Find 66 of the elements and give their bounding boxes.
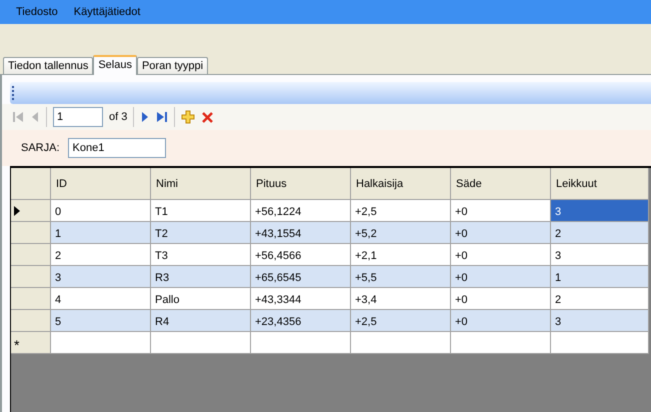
menu-item[interactable]: Tiedosto — [8, 4, 66, 20]
menu-item[interactable]: Käyttäjätiedot — [66, 4, 148, 20]
table-cell[interactable]: 3 — [551, 310, 649, 332]
table-cell[interactable]: 4 — [51, 288, 151, 310]
current-row-icon — [14, 206, 20, 216]
table-cell[interactable] — [451, 332, 551, 354]
column-header[interactable]: Nimi — [151, 168, 251, 200]
last-icon[interactable] — [156, 111, 168, 123]
column-header[interactable]: ID — [51, 168, 151, 200]
table-cell[interactable]: +2,5 — [351, 200, 451, 222]
tab[interactable]: Tiedon tallennus — [3, 57, 94, 74]
table-cell[interactable]: +5,5 — [351, 266, 451, 288]
table-cell[interactable] — [151, 332, 251, 354]
table-cell[interactable]: +23,4356 — [251, 310, 351, 332]
table-cell[interactable]: +0 — [451, 288, 551, 310]
new-row-marker: * — [14, 337, 20, 353]
table-cell[interactable]: 0 — [51, 200, 151, 222]
add-icon[interactable] — [181, 110, 196, 124]
table-cell[interactable]: Pallo — [151, 288, 251, 310]
table-cell[interactable]: +0 — [451, 244, 551, 266]
table-cell[interactable]: +43,3344 — [251, 288, 351, 310]
page-count: of 3 — [109, 110, 128, 125]
table-cell[interactable]: 1 — [551, 266, 649, 288]
grip-icon[interactable] — [12, 86, 15, 100]
table-cell[interactable]: 1 — [51, 222, 151, 244]
table-cell[interactable]: +3,4 — [351, 288, 451, 310]
table-cell[interactable]: +2,1 — [351, 244, 451, 266]
table-cell[interactable]: +5,2 — [351, 222, 451, 244]
table-cell[interactable]: +0 — [451, 266, 551, 288]
table-cell[interactable] — [351, 332, 451, 354]
column-header[interactable]: Halkaisija — [351, 168, 451, 200]
table-cell[interactable]: 3 — [51, 266, 151, 288]
table-cell[interactable]: R3 — [151, 266, 251, 288]
table-cell[interactable]: +0 — [451, 200, 551, 222]
table-cell[interactable]: +0 — [451, 310, 551, 332]
table-cell[interactable]: T2 — [151, 222, 251, 244]
tab[interactable]: Selaus — [93, 55, 137, 75]
table-cell[interactable]: 5 — [51, 310, 151, 332]
table-cell[interactable]: 2 — [551, 222, 649, 244]
table-cell[interactable]: T1 — [151, 200, 251, 222]
row-header[interactable]: * — [11, 332, 51, 354]
table-cell[interactable]: 3 — [551, 244, 649, 266]
table-cell[interactable]: +56,4566 — [251, 244, 351, 266]
table-cell[interactable]: +56,1224 — [251, 200, 351, 222]
table-cell[interactable]: +65,6545 — [251, 266, 351, 288]
column-header[interactable]: Pituus — [251, 168, 351, 200]
next-icon[interactable] — [140, 111, 150, 123]
table-cell[interactable]: 3 — [551, 200, 649, 222]
position-field[interactable]: 1 — [53, 107, 103, 127]
table-cell[interactable]: +2,5 — [351, 310, 451, 332]
series-field[interactable]: Kone1 — [68, 138, 166, 158]
column-header[interactable]: Leikkuut — [551, 168, 649, 200]
table-cell[interactable]: +43,1554 — [251, 222, 351, 244]
table-cell[interactable] — [251, 332, 351, 354]
table-cell[interactable] — [51, 332, 151, 354]
table-cell[interactable]: +0 — [451, 222, 551, 244]
tab[interactable]: Poran tyyppi — [136, 57, 208, 74]
field-label: SARJA: — [21, 140, 60, 156]
row-header[interactable] — [11, 200, 51, 222]
table-cell[interactable]: 2 — [51, 244, 151, 266]
delete-icon[interactable] — [201, 110, 214, 124]
table-cell[interactable]: 2 — [551, 288, 649, 310]
column-header[interactable]: Säde — [451, 168, 551, 200]
table-cell[interactable] — [551, 332, 649, 354]
table-cell[interactable]: R4 — [151, 310, 251, 332]
table-cell[interactable]: T3 — [151, 244, 251, 266]
